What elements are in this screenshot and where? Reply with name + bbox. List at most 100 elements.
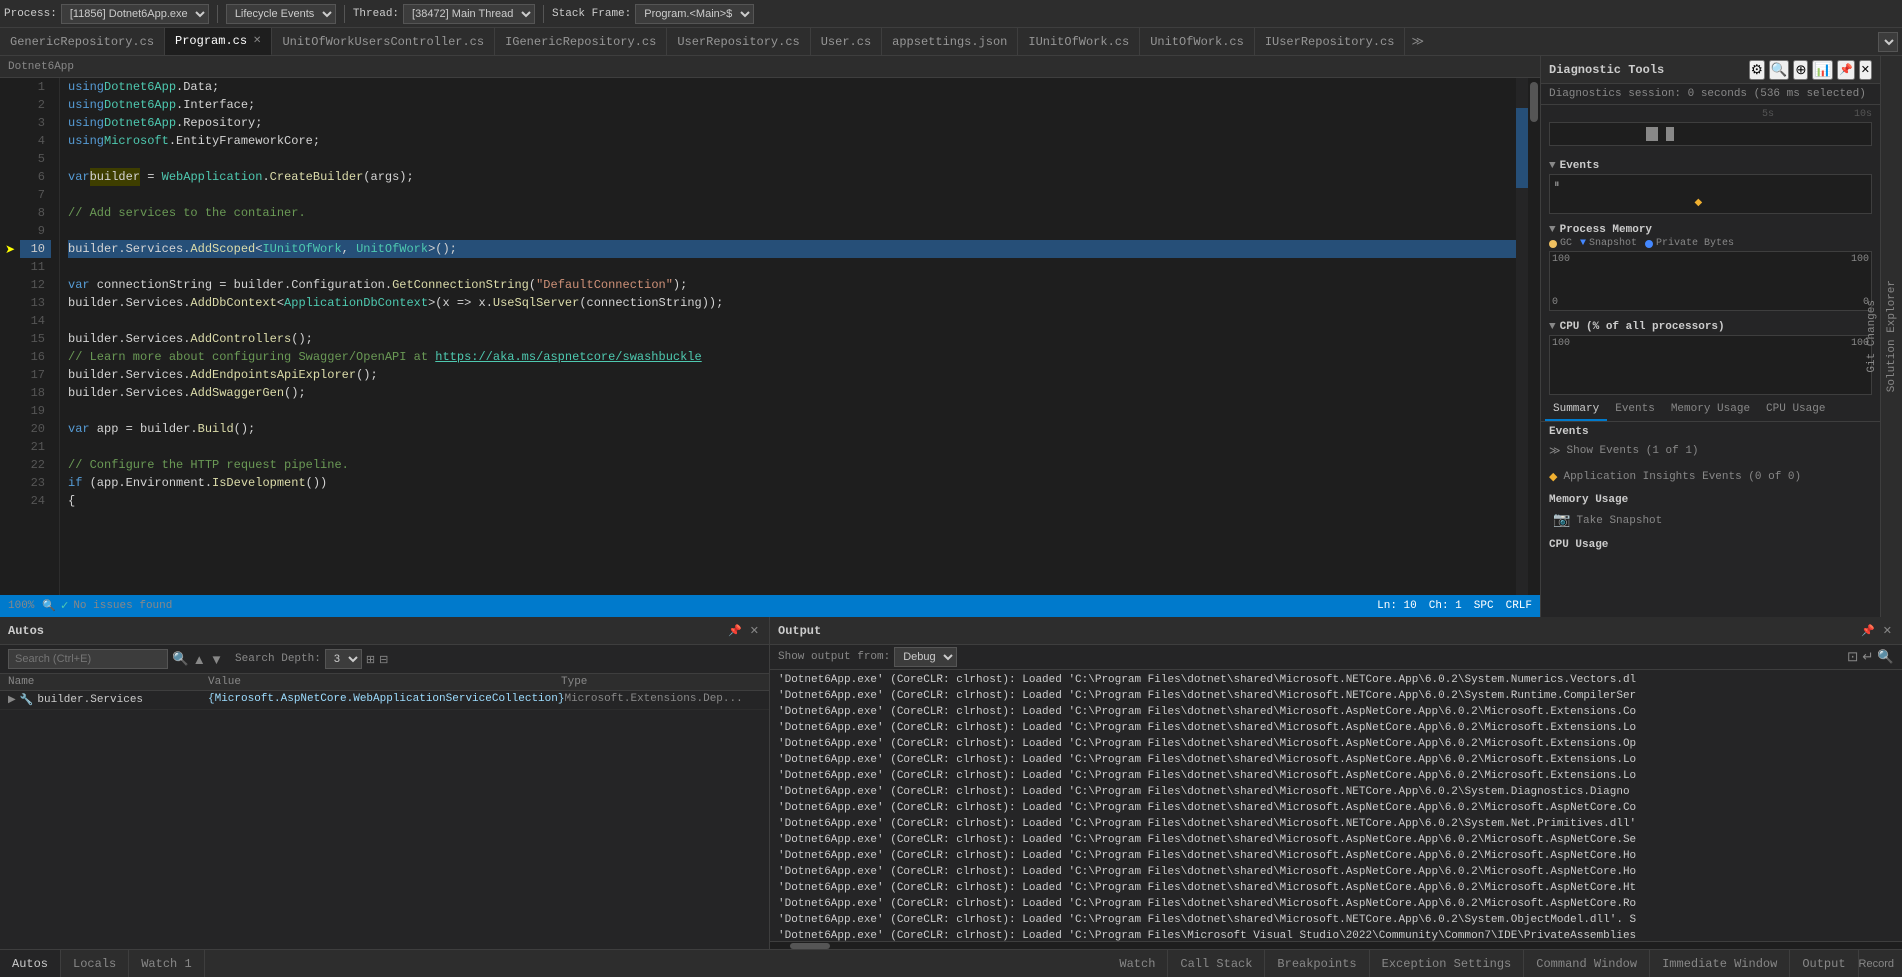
code-line-17: builder.Services.AddEndpointsApiExplorer… — [68, 366, 1516, 384]
app-insights-text: Application Insights Events (0 of 0) — [1563, 471, 1801, 483]
output-hscrollbar[interactable] — [770, 941, 1902, 949]
tab-dropdown[interactable] — [1878, 32, 1898, 52]
output-panel: Output 📌 ✕ Show output from: Debug ⊡ ↵ — [770, 617, 1902, 949]
autos-close-btn[interactable]: ✕ — [748, 622, 761, 639]
search-input[interactable] — [8, 649, 168, 669]
tab-watch1-label: Watch 1 — [141, 957, 191, 971]
diag-pin-btn[interactable]: 📌 — [1837, 60, 1855, 80]
autos-pin-btn[interactable]: 📌 — [726, 622, 744, 639]
output-line-7: 'Dotnet6App.exe' (CoreCLR: clrhost): Loa… — [778, 768, 1894, 784]
tab-command-window[interactable]: Command Window — [1524, 950, 1650, 977]
tab-igenericrepository[interactable]: IGenericRepository.cs — [495, 28, 667, 55]
tab-label: appsettings.json — [892, 35, 1007, 49]
tab-watch1[interactable]: Watch 1 — [129, 950, 204, 977]
tab-locals[interactable]: Locals — [61, 950, 129, 977]
search-up-btn[interactable]: ▲ — [193, 652, 206, 667]
scrollbar-thumb[interactable] — [1530, 82, 1538, 122]
tab-userrepository[interactable]: UserRepository.cs — [667, 28, 810, 55]
tab-label: GenericRepository.cs — [10, 35, 154, 49]
ln-9: 9 — [20, 222, 51, 240]
output-pin-btn[interactable]: 📌 — [1859, 622, 1877, 639]
tab-autos-label: Autos — [12, 957, 48, 971]
tab-overflow[interactable]: ≫ — [1405, 28, 1430, 55]
diag-tab-events[interactable]: Events — [1607, 399, 1663, 421]
row-expand-arrow[interactable]: ▶ — [8, 694, 16, 706]
tab-user[interactable]: User.cs — [811, 28, 882, 55]
cpu-usage-section: CPU Usage — [1549, 539, 1872, 551]
gc-dot — [1549, 240, 1557, 248]
git-changes-tab[interactable]: Git Changes — [1862, 292, 1882, 381]
cpu-header[interactable]: ▼ CPU (% of all processors) — [1549, 319, 1872, 335]
events-label: Events — [1560, 160, 1600, 172]
diag-tab-memory[interactable]: Memory Usage — [1663, 399, 1758, 421]
tab-appsettings[interactable]: appsettings.json — [882, 28, 1018, 55]
gutter-row-8 — [0, 204, 20, 222]
output-close-btn[interactable]: ✕ — [1881, 622, 1894, 639]
diag-tab-cpu[interactable]: CPU Usage — [1758, 399, 1833, 421]
stack-frame-select[interactable]: Program.<Main>$ — [635, 4, 754, 24]
output-line-15: 'Dotnet6App.exe' (CoreCLR: clrhost): Loa… — [778, 896, 1894, 912]
diag-timeline: 5s 10s — [1541, 105, 1880, 154]
app-insights-row[interactable]: ◆ Application Insights Events (0 of 0) — [1549, 468, 1872, 486]
tab-unitofworkusers[interactable]: UnitOfWorkUsersController.cs — [272, 28, 495, 55]
timeline-labels: 5s 10s — [1549, 109, 1872, 120]
diag-search-btn[interactable]: 🔍 — [1769, 60, 1790, 80]
bottom-right-controls: Record — [1859, 950, 1902, 977]
tab-autos[interactable]: Autos — [0, 950, 61, 977]
legend-snapshot: ▼ Snapshot — [1580, 238, 1637, 249]
memory-section: ▼ Process Memory GC ▼ Snapshot Private B… — [1541, 218, 1880, 315]
memory-header[interactable]: ▼ Process Memory — [1549, 222, 1872, 238]
events-pause-icon[interactable]: ⏸ — [1554, 179, 1560, 191]
show-events-row[interactable]: ≫ Show Events (1 of 1) — [1549, 442, 1872, 460]
tab-unitofwork[interactable]: UnitOfWork.cs — [1140, 28, 1255, 55]
tab-exception-settings[interactable]: Exception Settings — [1370, 950, 1525, 977]
vertical-scrollbar[interactable] — [1528, 78, 1540, 595]
legend-private: Private Bytes — [1645, 238, 1734, 249]
diag-zoom-btn[interactable]: ⊕ — [1793, 60, 1808, 80]
tab-immediate-window[interactable]: Immediate Window — [1650, 950, 1790, 977]
tab-bar-controls — [1878, 28, 1902, 55]
process-select[interactable]: [11856] Dotnet6App.exe — [61, 4, 209, 24]
spacer-2 — [1549, 486, 1872, 494]
diag-chart-btn[interactable]: 📊 — [1812, 60, 1833, 80]
search-depth-select[interactable]: 3 1 2 4 5 — [325, 649, 362, 669]
code-editor: Dotnet6App ➤ — [0, 56, 1540, 617]
stack-frame-label: Stack Frame: Program.<Main>$ — [552, 4, 754, 24]
diag-settings-btn[interactable]: ⚙ — [1749, 60, 1765, 80]
tab-watch[interactable]: Watch — [1107, 950, 1168, 977]
gutter-row-1 — [0, 78, 20, 96]
output-source-select[interactable]: Debug — [894, 647, 957, 667]
timeline-bar[interactable] — [1549, 122, 1872, 146]
output-find-btn[interactable]: 🔍 — [1877, 649, 1894, 665]
tab-callstack[interactable]: Call Stack — [1168, 950, 1265, 977]
memory-max-left: 100 — [1552, 254, 1570, 265]
events-header[interactable]: ▼ Events — [1549, 158, 1872, 174]
tab-breakpoints[interactable]: Breakpoints — [1265, 950, 1369, 977]
tab-iuserrepository[interactable]: IUserRepository.cs — [1255, 28, 1406, 55]
collapse-all-btn[interactable]: ⊟ — [379, 653, 388, 666]
app-insights-icon: ◆ — [1549, 470, 1557, 484]
tab-output[interactable]: Output — [1790, 950, 1858, 977]
diag-tab-summary[interactable]: Summary — [1545, 399, 1607, 421]
tab-close-icon[interactable]: ✕ — [253, 35, 261, 47]
output-wrap-btn[interactable]: ↵ — [1862, 649, 1873, 665]
table-row: ▶ 🔧 builder.Services {Microsoft.AspNetCo… — [0, 691, 769, 710]
record-btn[interactable]: Record — [1859, 958, 1894, 970]
tab-label: IUnitOfWork.cs — [1028, 35, 1129, 49]
search-icon-btn[interactable]: 🔍 — [172, 651, 189, 667]
lifecycle-select[interactable]: Lifecycle Events — [226, 4, 336, 24]
top-toolbar: Process: [11856] Dotnet6App.exe Lifecycl… — [0, 0, 1902, 28]
take-snapshot-btn[interactable]: 📷 Take Snapshot — [1549, 510, 1872, 531]
thread-label: Thread: [38472] Main Thread — [353, 4, 535, 24]
solution-explorer-tab[interactable]: Solution Explorer — [1882, 272, 1902, 400]
tab-program[interactable]: Program.cs ✕ — [165, 28, 272, 56]
tab-iunitofwork[interactable]: IUnitOfWork.cs — [1018, 28, 1140, 55]
tab-genericrepository[interactable]: GenericRepository.cs — [0, 28, 165, 55]
thread-select[interactable]: [38472] Main Thread — [403, 4, 535, 24]
output-clear-btn[interactable]: ⊡ — [1847, 649, 1858, 665]
gutter-row-7 — [0, 186, 20, 204]
code-editor-text[interactable]: using Dotnet6App.Data; using Dotnet6App.… — [60, 78, 1516, 595]
search-down-btn[interactable]: ▼ — [210, 652, 223, 667]
diag-close-btn[interactable]: ✕ — [1859, 60, 1872, 80]
expand-all-btn[interactable]: ⊞ — [366, 653, 375, 666]
